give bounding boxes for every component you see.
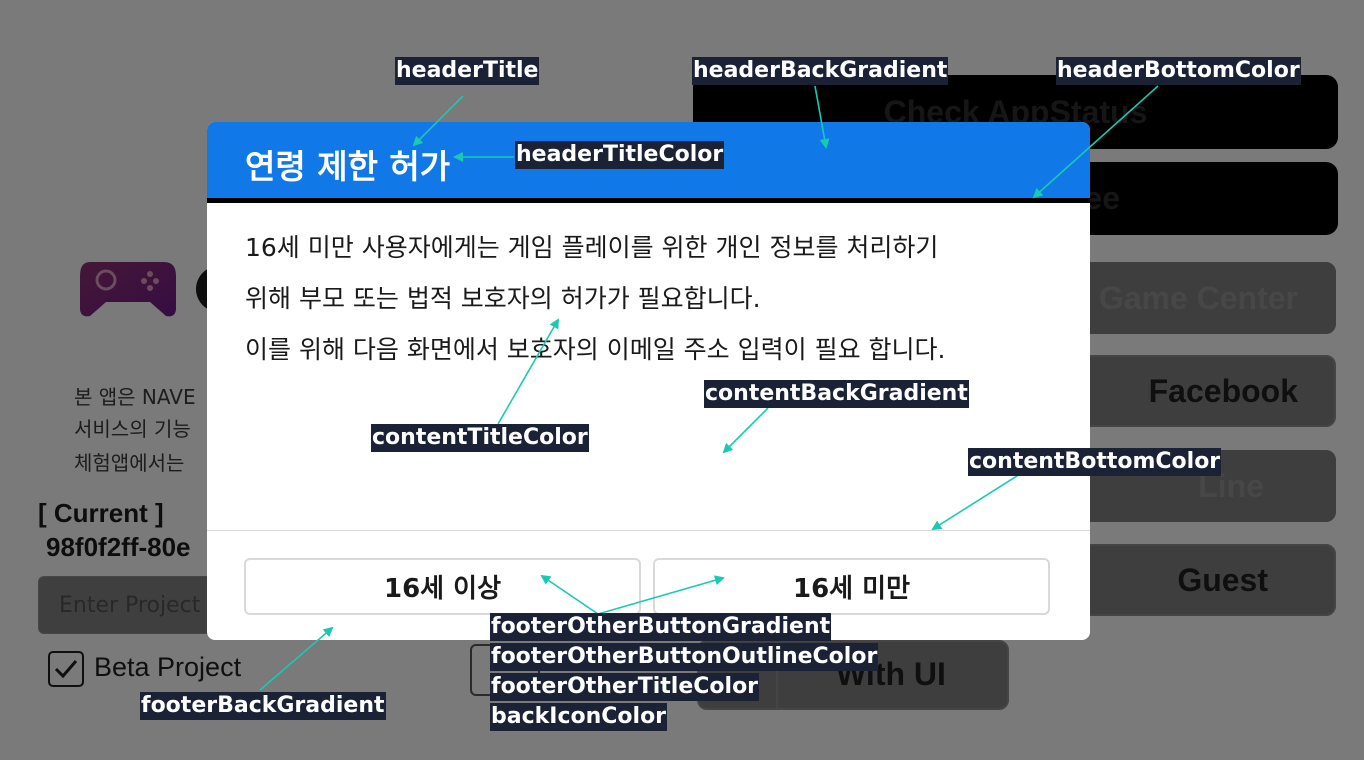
arrow-content-back-gradient <box>722 407 769 454</box>
arrow-content-title-color <box>497 318 559 425</box>
label-footer-back-gradient: footerBackGradient <box>140 692 386 720</box>
label-footer-other-button-outline-color: footerOtherButtonOutlineColor <box>490 643 879 671</box>
label-header-back-gradient: headerBackGradient <box>692 57 949 85</box>
arrow-footer-back-gradient <box>259 626 334 691</box>
arrow-footer-button-left <box>540 574 599 615</box>
arrow-footer-button-right <box>597 575 725 615</box>
arrow-header-title <box>412 95 464 147</box>
label-back-icon-color: backIconColor <box>490 703 668 731</box>
arrow-header-bottom-color <box>1032 85 1159 199</box>
label-footer-other-button-gradient: footerOtherButtonGradient <box>490 613 832 641</box>
label-content-back-gradient: contentBackGradient <box>704 380 969 408</box>
arrow-content-bottom-color <box>931 473 1021 531</box>
label-footer-other-title-color: footerOtherTitleColor <box>490 673 760 701</box>
label-content-title-color: contentTitleColor <box>371 424 589 452</box>
label-content-bottom-color: contentBottomColor <box>968 448 1222 476</box>
label-header-title: headerTitle <box>395 57 540 85</box>
label-header-bottom-color: headerBottomColor <box>1056 57 1301 85</box>
arrow-header-back-gradient <box>814 85 830 149</box>
label-header-title-color: headerTitleColor <box>515 141 725 169</box>
